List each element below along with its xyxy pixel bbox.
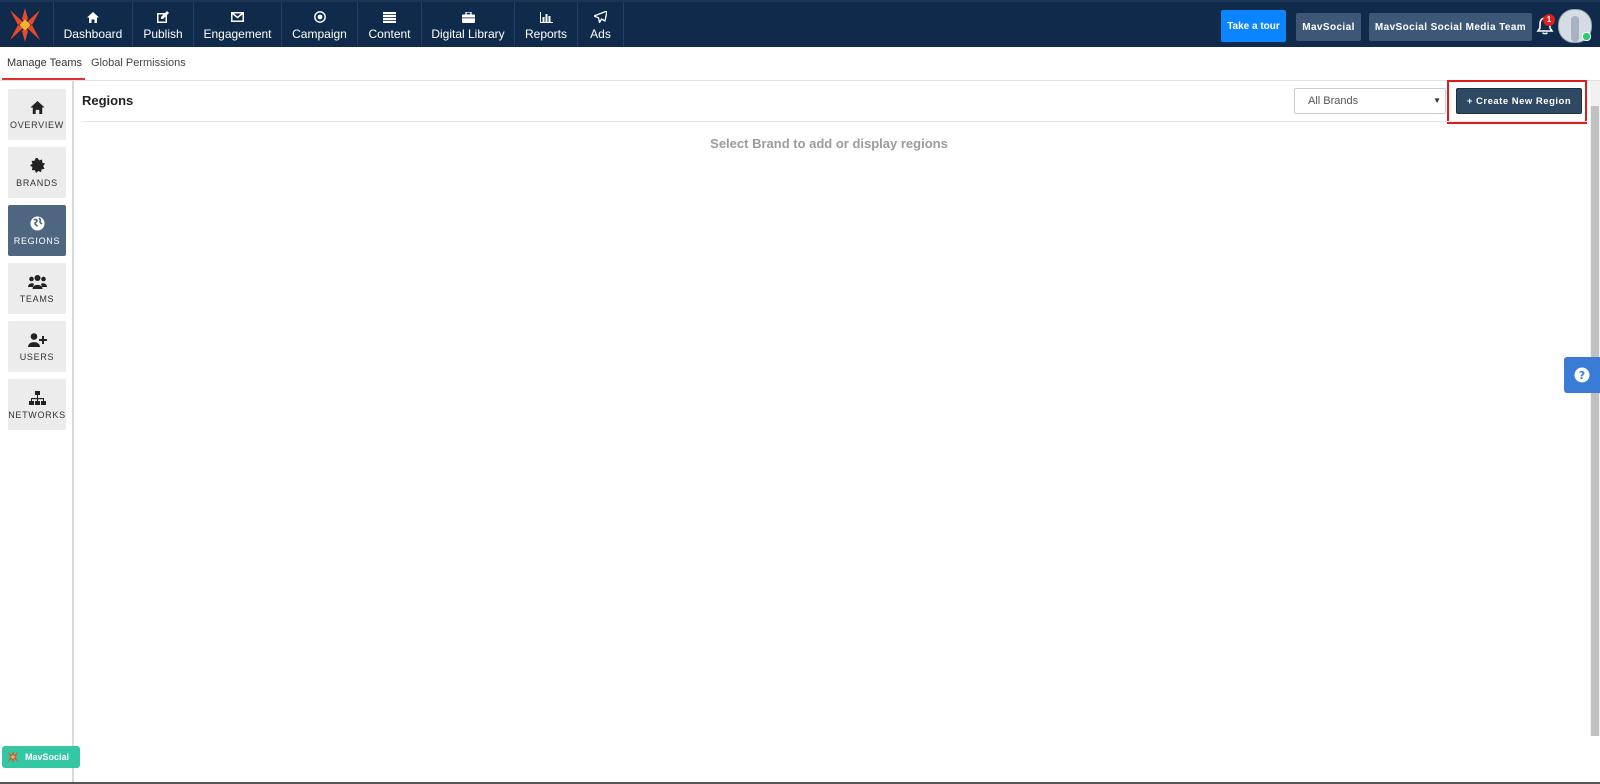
nav-digital-library[interactable]: Digital Library xyxy=(421,2,514,47)
sidebar-item-overview[interactable]: OVERVIEW xyxy=(8,89,66,140)
nav-dashboard[interactable]: Dashboard xyxy=(53,2,132,47)
sidebar-item-label: OVERVIEW xyxy=(10,119,64,130)
help-button[interactable]: ? xyxy=(1564,357,1600,393)
envelope-icon xyxy=(231,10,244,24)
online-status-dot xyxy=(1582,32,1591,41)
notification-badge: 1 xyxy=(1543,14,1555,26)
footer-badge-label: MavSocial xyxy=(25,752,70,762)
nav-ads[interactable]: Ads xyxy=(577,2,624,47)
paper-plane-icon xyxy=(594,10,607,24)
nav-reports[interactable]: Reports xyxy=(514,2,577,47)
nav-content[interactable]: Content xyxy=(357,2,421,47)
target-icon xyxy=(313,10,326,24)
sitemap-icon xyxy=(28,390,46,406)
sidebar-item-brands[interactable]: BRANDS xyxy=(8,147,66,198)
sidebar-item-networks[interactable]: NETWORKS xyxy=(8,379,66,430)
svg-text:?: ? xyxy=(1579,369,1585,382)
list-icon xyxy=(383,10,396,24)
top-nav-bar: Dashboard Publish Engagement Campaign Co… xyxy=(0,0,1600,47)
take-tour-button[interactable]: Take a tour xyxy=(1221,10,1286,42)
mavsocial-footer-badge[interactable]: MavSocial xyxy=(2,746,80,768)
account-button[interactable]: MavSocial xyxy=(1296,13,1361,41)
nav-label: Engagement xyxy=(203,27,272,41)
scrollbar-thumb[interactable] xyxy=(1591,106,1599,736)
nav-label: Ads xyxy=(590,27,611,41)
empty-state-message: Select Brand to add or display regions xyxy=(710,136,948,151)
badge-icon xyxy=(29,158,45,174)
globe-icon xyxy=(30,216,45,232)
nav-label: Content xyxy=(368,27,411,41)
create-new-region-button[interactable]: + Create New Region xyxy=(1456,88,1582,114)
sidebar-item-label: NETWORKS xyxy=(8,409,66,420)
team-selector-button[interactable]: MavSocial Social Media Team xyxy=(1369,13,1532,41)
edit-icon xyxy=(157,10,169,24)
sidebar: OVERVIEW BRANDS REGIONS TEAMS USERS NETW… xyxy=(0,81,74,784)
home-icon xyxy=(29,100,45,116)
nav-label: Digital Library xyxy=(431,27,505,41)
sidebar-item-users[interactable]: USERS xyxy=(8,321,66,372)
sidebar-item-label: BRANDS xyxy=(16,177,58,188)
tab-manage-teams[interactable]: Manage Teams xyxy=(7,57,82,69)
briefcase-icon xyxy=(461,10,475,24)
nav-label: Dashboard xyxy=(63,27,123,41)
sidebar-item-regions[interactable]: REGIONS xyxy=(8,205,66,256)
sidebar-item-label: REGIONS xyxy=(13,235,61,246)
tab-global-permissions[interactable]: Global Permissions xyxy=(91,57,186,69)
mavsocial-logo-icon xyxy=(7,750,19,764)
nav-label: Publish xyxy=(143,27,183,41)
brand-select-value: All Brands xyxy=(1308,95,1359,107)
nav-engagement[interactable]: Engagement xyxy=(193,2,281,47)
nav-label: Reports xyxy=(524,27,568,41)
sidebar-item-teams[interactable]: TEAMS xyxy=(8,263,66,314)
nav-label: Campaign xyxy=(292,27,347,41)
brand-select[interactable]: All Brands ▼ xyxy=(1294,88,1446,114)
header-divider xyxy=(82,121,1588,122)
user-plus-icon xyxy=(27,332,47,348)
nav-publish[interactable]: Publish xyxy=(132,2,193,47)
sidebar-item-label: USERS xyxy=(19,351,55,362)
sidebar-item-label: TEAMS xyxy=(19,293,55,304)
nav-campaign[interactable]: Campaign xyxy=(281,2,357,47)
page-title: Regions xyxy=(82,93,134,108)
sub-navigation: Manage Teams Global Permissions xyxy=(0,47,1600,81)
caret-down-icon: ▼ xyxy=(1433,96,1441,105)
home-icon xyxy=(87,10,99,24)
mavsocial-logo-icon[interactable] xyxy=(6,6,44,44)
question-icon: ? xyxy=(1574,367,1590,383)
active-tab-indicator xyxy=(2,78,85,80)
bar-chart-icon xyxy=(539,10,553,24)
users-icon xyxy=(27,274,47,290)
